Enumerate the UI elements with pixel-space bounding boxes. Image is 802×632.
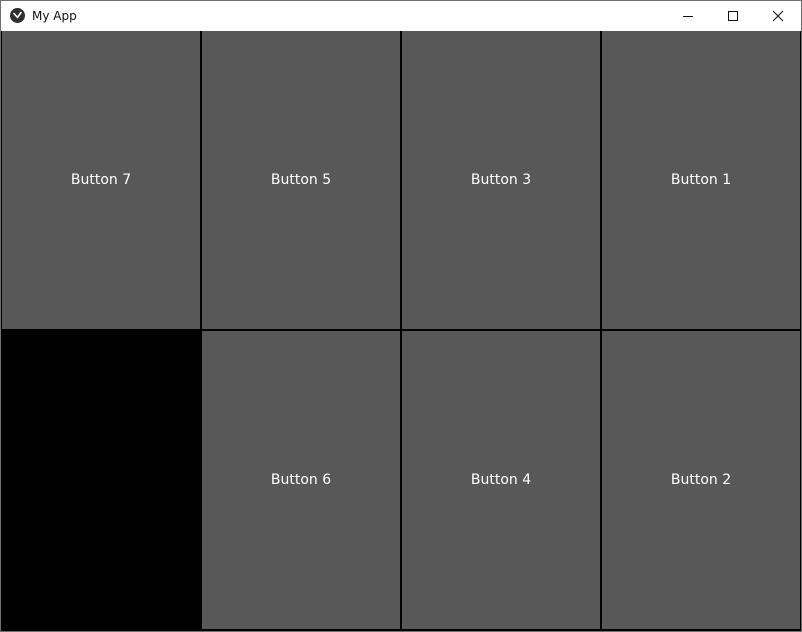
maximize-icon — [728, 11, 738, 21]
app-icon — [10, 8, 25, 23]
button-1[interactable]: Button 1 — [602, 31, 800, 329]
button-grid: Button 7 Button 5 Button 3 Button 1 Butt… — [1, 31, 801, 631]
maximize-button[interactable] — [710, 1, 756, 31]
button-7[interactable]: Button 7 — [2, 31, 200, 329]
button-label: Button 7 — [70, 172, 132, 188]
close-button[interactable] — [755, 1, 801, 31]
button-5[interactable]: Button 5 — [202, 31, 400, 329]
minimize-icon — [683, 16, 693, 17]
button-label: Button 1 — [670, 172, 732, 188]
button-label: Button 3 — [470, 172, 532, 188]
button-label: Button 2 — [670, 472, 732, 488]
button-3[interactable]: Button 3 — [402, 31, 600, 329]
minimize-button[interactable] — [665, 1, 711, 31]
title-bar[interactable]: My App — [1, 1, 801, 31]
button-4[interactable]: Button 4 — [402, 331, 600, 629]
button-label: Button 6 — [270, 472, 332, 488]
window-title: My App — [32, 9, 77, 23]
button-label: Button 4 — [470, 472, 532, 488]
button-label: Button 5 — [270, 172, 332, 188]
button-6[interactable]: Button 6 — [202, 331, 400, 629]
button-2[interactable]: Button 2 — [602, 331, 800, 629]
close-icon — [772, 10, 784, 22]
app-window: My App Button 7 Button 5 Button 3 Button… — [0, 0, 802, 632]
